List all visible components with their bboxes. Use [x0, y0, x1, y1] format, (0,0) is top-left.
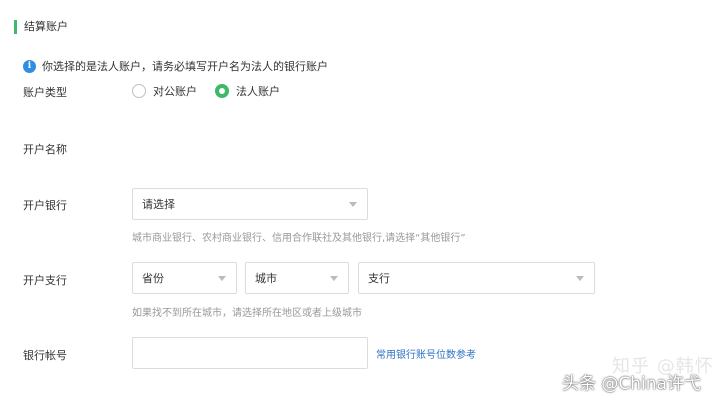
caret-down-icon: [576, 276, 584, 281]
bank-select-value: 请选择: [142, 198, 175, 211]
city-select[interactable]: 城市: [245, 262, 349, 294]
branch-select[interactable]: 支行: [358, 262, 595, 294]
section-accent-bar: [14, 20, 17, 34]
account-name-label: 开户名称: [23, 143, 67, 156]
info-icon: i: [23, 59, 36, 73]
account-type-label: 账户类型: [23, 86, 67, 99]
radio-checked-icon[interactable]: [215, 84, 229, 98]
account-number-input[interactable]: [132, 337, 368, 369]
radio-label: 对公账户: [153, 85, 197, 98]
radio-unchecked-icon[interactable]: [132, 84, 146, 98]
branch-label: 开户支行: [23, 274, 67, 287]
account-type-radio-group: 对公账户 法人账户: [132, 83, 280, 99]
section-title: 结算账户: [24, 20, 68, 33]
province-select-value: 省份: [142, 272, 164, 285]
radio-legal-person-account[interactable]: 法人账户: [215, 83, 280, 99]
account-number-reference-link[interactable]: 常用银行账号位数参考: [376, 346, 476, 361]
watermark: 头条 @China许弋: [562, 374, 701, 394]
city-select-value: 城市: [255, 272, 277, 285]
branch-select-value: 支行: [368, 272, 390, 285]
caret-down-icon: [218, 276, 226, 281]
bank-label: 开户银行: [23, 199, 67, 212]
account-number-label: 银行帐号: [23, 349, 67, 362]
branch-hint: 如果找不到所在城市，请选择所在地区或者上级城市: [132, 308, 362, 319]
radio-corporate-account[interactable]: 对公账户: [132, 83, 197, 99]
bank-select[interactable]: 请选择: [132, 188, 368, 220]
bank-hint: 城市商业银行、农村商业银行、信用合作联社及其他银行,请选择“其他银行”: [132, 233, 466, 244]
notice: i 你选择的是法人账户，请务必填写开户名为法人的银行账户: [23, 58, 328, 74]
caret-down-icon: [349, 202, 357, 207]
caret-down-icon: [330, 276, 338, 281]
radio-label: 法人账户: [236, 85, 280, 98]
province-select[interactable]: 省份: [132, 262, 237, 294]
notice-text: 你选择的是法人账户，请务必填写开户名为法人的银行账户: [42, 60, 328, 73]
